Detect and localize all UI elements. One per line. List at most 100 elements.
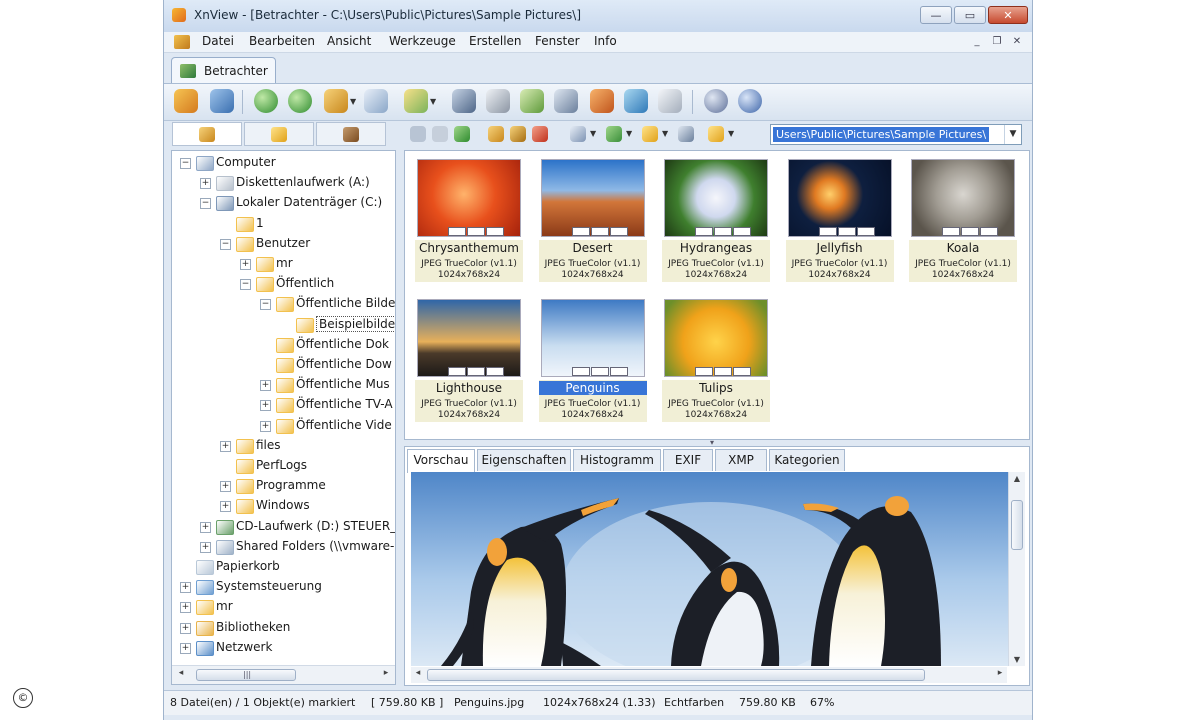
expand-icon[interactable]: + (180, 602, 191, 614)
menu-fenster[interactable]: Fenster (535, 34, 580, 48)
tab-categories[interactable] (316, 122, 386, 146)
thumbnail-item[interactable]: Tulips JPEG TrueColor (v1.1) 1024x768x24 (658, 293, 773, 423)
thumbnail-item[interactable]: Lighthouse JPEG TrueColor (v1.1) 1024x768x… (411, 293, 526, 423)
mdi-restore-button[interactable]: ❐ (989, 34, 1005, 49)
open-folder-icon[interactable] (324, 89, 348, 113)
tab-vorschau[interactable]: Vorschau (407, 449, 475, 473)
collapse-icon[interactable]: − (220, 238, 231, 250)
new-folder-icon[interactable] (488, 126, 504, 142)
tab-betrachter[interactable]: Betrachter (171, 57, 276, 83)
scroll-right-icon[interactable]: ▸ (993, 668, 1007, 678)
scroll-down-icon[interactable]: ▼ (1009, 655, 1025, 664)
thumbnail-item[interactable]: Desert JPEG TrueColor (v1.1) 1024x768x24 (535, 153, 650, 283)
folder-tree[interactable]: − Computer + Diskettenlaufwerk (A:) − Lokaler… (171, 150, 396, 685)
menu-datei[interactable]: Datei (202, 34, 234, 48)
tab-eigenschaften[interactable]: Eigenschaften (477, 449, 571, 471)
chevron-down-icon[interactable]: ▼ (728, 129, 734, 138)
tab-exif[interactable]: EXIF (663, 449, 713, 471)
menu-bearbeiten[interactable]: Bearbeiten (249, 34, 315, 48)
mdi-close-button[interactable]: ✕ (1009, 34, 1025, 49)
delete-icon[interactable] (532, 126, 548, 142)
scroll-left-icon[interactable]: ◂ (174, 668, 188, 678)
menu-werkzeuge[interactable]: Werkzeuge (389, 34, 456, 48)
chevron-down-icon[interactable]: ▼ (350, 97, 356, 106)
thumbnail-item[interactable]: Penguins JPEG TrueColor (v1.1) 1024x768x24 (535, 293, 650, 423)
expand-icon[interactable]: + (260, 400, 271, 412)
address-bar[interactable]: Users\Public\Pictures\Sample Pictures\ ▼ (770, 124, 1022, 145)
thumbnail-item[interactable]: Koala JPEG TrueColor (v1.1) 1024x768x24 (905, 153, 1020, 283)
web-icon[interactable] (624, 89, 648, 113)
scrollbar-thumb[interactable] (1011, 500, 1023, 550)
collapse-icon[interactable]: − (260, 299, 271, 311)
scroll-left-icon[interactable]: ◂ (411, 668, 425, 678)
expand-icon[interactable]: + (260, 420, 271, 432)
chevron-down-icon[interactable]: ▼ (662, 129, 668, 138)
expand-icon[interactable]: + (220, 501, 231, 513)
back-icon[interactable] (254, 89, 278, 113)
expand-icon[interactable]: + (260, 380, 271, 392)
thumbnail-item[interactable]: Hydrangeas JPEG TrueColor (v1.1) 1024x768x… (658, 153, 773, 283)
chevron-down-icon[interactable]: ▼ (430, 97, 436, 106)
scroll-right-icon[interactable]: ▸ (379, 668, 393, 678)
scan-icon[interactable] (520, 89, 544, 113)
chevron-down-icon[interactable]: ▼ (1004, 125, 1021, 144)
tab-histogramm[interactable]: Histogramm (573, 449, 661, 471)
fullscreen-icon[interactable] (210, 89, 234, 113)
maximize-button[interactable]: ▭ (954, 6, 986, 24)
expand-icon[interactable]: + (200, 178, 211, 190)
tab-favorites[interactable] (244, 122, 314, 146)
move-icon[interactable] (510, 126, 526, 142)
chevron-down-icon[interactable]: ▼ (590, 129, 596, 138)
menu-erstellen[interactable]: Erstellen (469, 34, 522, 48)
arrow-right-icon[interactable] (432, 126, 448, 142)
document-icon[interactable] (174, 35, 190, 49)
preview-horizontal-scrollbar[interactable]: ◂ ▸ (411, 667, 1007, 683)
menu-info[interactable]: Info (594, 34, 617, 48)
arrow-up-icon[interactable] (454, 126, 470, 142)
tab-kategorien[interactable]: Kategorien (769, 449, 845, 471)
arrow-left-icon[interactable] (410, 126, 426, 142)
expand-icon[interactable]: + (200, 541, 211, 553)
scroll-up-icon[interactable]: ▲ (1009, 474, 1025, 483)
tab-folders[interactable] (172, 122, 242, 146)
chevron-down-icon[interactable]: ▼ (626, 129, 632, 138)
thumbnail-item[interactable]: Chrysanthemum JPEG TrueColor (v1.1) 1024x7… (411, 153, 526, 283)
expand-icon[interactable]: + (180, 622, 191, 634)
scrollbar-thumb[interactable] (427, 669, 925, 681)
calculator-icon[interactable] (658, 89, 682, 113)
binoculars-icon[interactable] (452, 89, 476, 113)
expand-icon[interactable]: + (220, 440, 231, 452)
convert-icon[interactable] (404, 89, 428, 113)
slideshow-icon[interactable] (364, 89, 388, 113)
preview-image[interactable] (411, 472, 1009, 666)
collapse-icon[interactable]: − (180, 158, 191, 169)
close-button[interactable]: ✕ (988, 6, 1028, 24)
browser-icon[interactable] (174, 89, 198, 113)
collapse-icon[interactable]: − (240, 279, 251, 291)
expand-icon[interactable]: + (180, 642, 191, 654)
forward-icon[interactable] (288, 89, 312, 113)
capture-icon[interactable] (554, 89, 578, 113)
thumbnail-item[interactable]: Jellyfish JPEG TrueColor (v1.1) 1024x768x2… (782, 153, 897, 283)
view-mode-icon[interactable] (570, 126, 586, 142)
tab-xmp[interactable]: XMP (715, 449, 767, 471)
tree-horizontal-scrollbar[interactable]: ◂ ||| ▸ (172, 665, 395, 684)
expand-icon[interactable]: + (200, 521, 211, 533)
favorite-star-icon[interactable] (708, 126, 724, 142)
expand-icon[interactable]: + (240, 259, 251, 270)
info-icon[interactable] (738, 89, 762, 113)
print-icon[interactable] (486, 89, 510, 113)
expand-icon[interactable]: + (220, 481, 231, 493)
collapse-icon[interactable]: − (200, 198, 211, 210)
monitor-icon[interactable] (590, 89, 614, 113)
filter-icon[interactable] (642, 126, 658, 142)
expand-icon[interactable]: + (180, 582, 191, 594)
menu-ansicht[interactable]: Ansicht (327, 34, 371, 48)
settings-icon[interactable] (704, 89, 728, 113)
scrollbar-thumb[interactable]: ||| (196, 669, 296, 681)
preview-vertical-scrollbar[interactable]: ▲ ▼ (1008, 472, 1025, 666)
sort-icon[interactable] (606, 126, 622, 142)
vertical-splitter[interactable] (397, 150, 403, 685)
mdi-minimize-button[interactable]: _ (969, 34, 985, 49)
minimize-button[interactable]: — (920, 6, 952, 24)
